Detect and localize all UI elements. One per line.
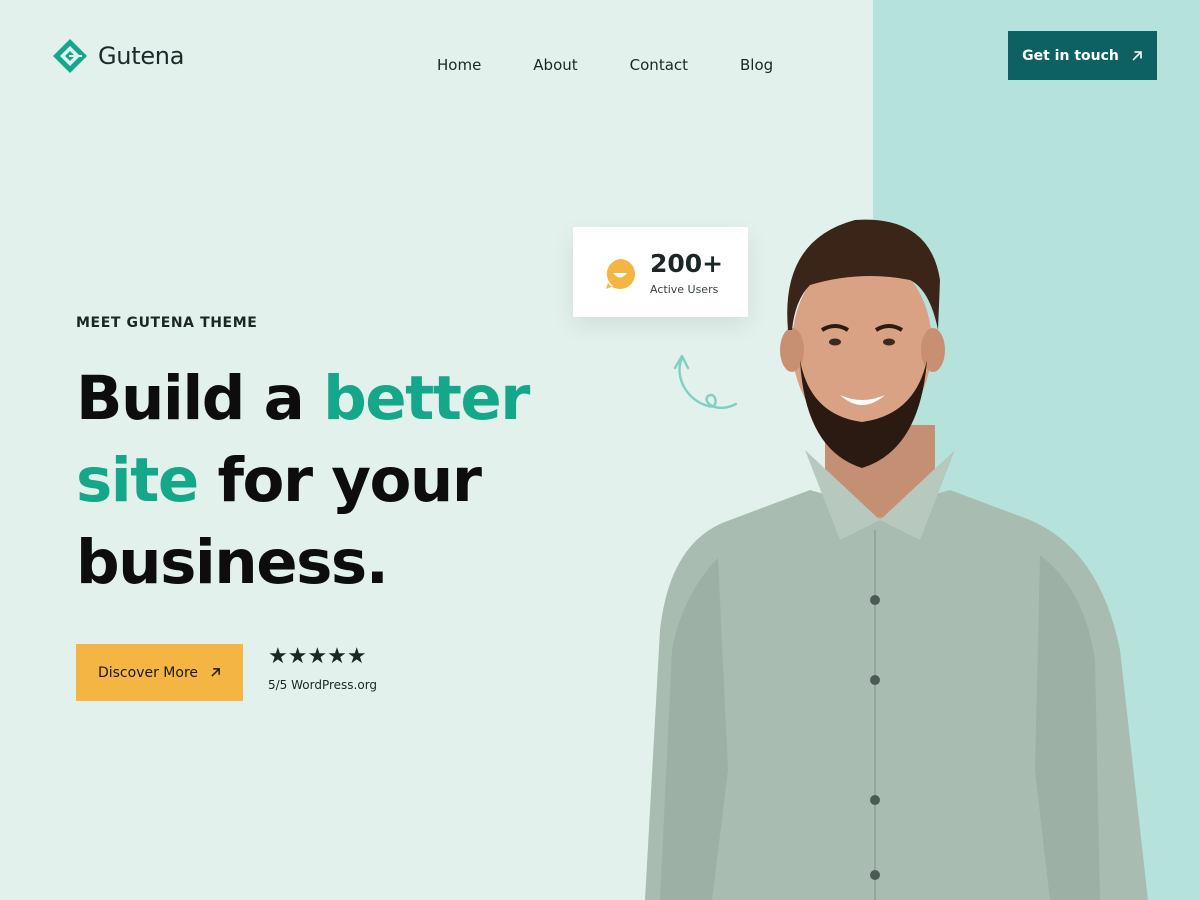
- arrow-up-right-icon: [211, 668, 220, 677]
- logo[interactable]: Gutena: [52, 38, 184, 74]
- main-nav: Home About Contact Blog: [437, 56, 773, 74]
- nav-contact[interactable]: Contact: [630, 56, 688, 74]
- nav-home[interactable]: Home: [437, 56, 481, 74]
- arrow-up-right-icon: [1132, 50, 1142, 61]
- get-in-touch-button[interactable]: Get in touch: [1008, 31, 1157, 80]
- smiling-man-photo: [645, 219, 1148, 900]
- headline-part-2: for your: [217, 445, 482, 516]
- headline-part-3: business.: [76, 527, 389, 598]
- headline-part-1: Build a: [76, 363, 305, 434]
- nav-blog[interactable]: Blog: [740, 56, 773, 74]
- gutena-diamond-icon: [53, 39, 87, 73]
- rating-stars: ★★★★★: [268, 644, 367, 669]
- headline-accent-2: site: [76, 445, 199, 516]
- eyebrow-text: MEET GUTENA THEME: [76, 315, 258, 331]
- rating-text: 5/5 WordPress.org: [268, 678, 378, 692]
- hero-headline: Build a better site for your business.: [76, 358, 576, 604]
- discover-more-button[interactable]: Discover More: [76, 644, 243, 701]
- logo-text: Gutena: [98, 42, 185, 70]
- nav-about[interactable]: About: [533, 56, 577, 74]
- discover-more-label: Discover More: [97, 664, 199, 681]
- get-in-touch-label: Get in touch: [1022, 47, 1119, 64]
- headline-accent-1: better: [323, 363, 530, 434]
